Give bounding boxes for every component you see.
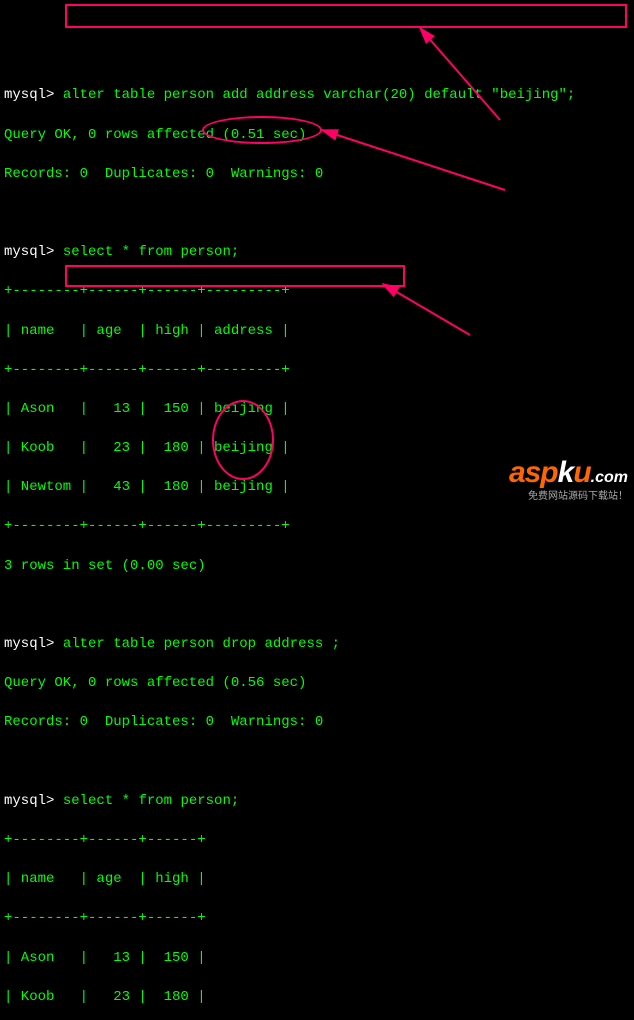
cmd-line-1: mysql> alter table person add address va… <box>4 86 630 106</box>
cmd-line-3: mysql> alter table person drop address ; <box>4 635 630 655</box>
watermark-subtitle: 免费网站源码下载站！ <box>509 490 628 504</box>
table-border: +--------+------+------+---------+ <box>4 361 630 381</box>
result-line: Records: 0 Duplicates: 0 Warnings: 0 <box>4 165 630 185</box>
mysql-prompt: mysql> <box>4 87 54 103</box>
cmd-line-2: mysql> select * from person; <box>4 243 630 263</box>
result-line: Records: 0 Duplicates: 0 Warnings: 0 <box>4 713 630 733</box>
watermark: aspku.com 免费网站源码下载站！ <box>509 452 628 504</box>
table-row: | Ason | 13 | 150 | beijing | <box>4 400 630 420</box>
table-footer: 3 rows in set (0.00 sec) <box>4 557 630 577</box>
watermark-asp: asp <box>509 456 558 489</box>
table-border: +--------+------+------+ <box>4 831 630 851</box>
mysql-prompt: mysql> <box>4 793 54 809</box>
result-line: Query OK, 0 rows affected (0.56 sec) <box>4 674 630 694</box>
watermark-u: u <box>573 456 590 489</box>
watermark-k: k <box>558 456 574 489</box>
mysql-prompt: mysql> <box>4 636 54 652</box>
watermark-brand: aspku <box>509 456 591 489</box>
watermark-dotcom: .com <box>591 469 628 486</box>
result-line: Query OK, 0 rows affected (0.51 sec) <box>4 126 630 146</box>
cmd-select-2: select * from person; <box>63 793 239 809</box>
table-header: | name | age | high | address | <box>4 322 630 342</box>
arrow-to-add-cmd <box>420 28 500 120</box>
table-border: +--------+------+------+---------+ <box>4 282 630 302</box>
table-row: | Ason | 13 | 150 | <box>4 949 630 969</box>
highlight-box-add-cmd <box>65 4 627 28</box>
table-row: | Koob | 23 | 180 | <box>4 988 630 1008</box>
mysql-prompt: mysql> <box>4 244 54 260</box>
cmd-select-1: select * from person; <box>63 244 239 260</box>
cmd-line-4: mysql> select * from person; <box>4 792 630 812</box>
cmd-alter-drop: alter table person drop address ; <box>63 636 340 652</box>
table-border: +--------+------+------+---------+ <box>4 517 630 537</box>
cmd-alter-add: alter table person add address varchar(2… <box>63 87 575 103</box>
table-border: +--------+------+------+ <box>4 909 630 929</box>
table-header: | name | age | high | <box>4 870 630 890</box>
